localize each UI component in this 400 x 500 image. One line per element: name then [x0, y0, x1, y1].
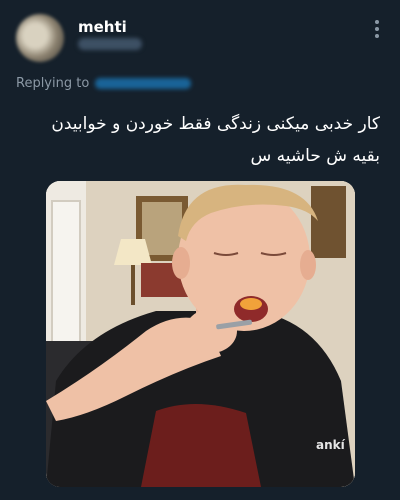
avatar[interactable]	[16, 14, 64, 62]
tweet-media-image[interactable]: ankí	[46, 181, 355, 487]
shirt-print-text: ankí	[316, 438, 346, 452]
tweet-header: mehti	[0, 0, 400, 70]
tweet-text: کار خدبی میکنی زندگی فقط خوردن و خوابیدن…	[20, 108, 380, 172]
replying-to-label: Replying to	[16, 76, 90, 91]
more-vertical-icon[interactable]	[374, 20, 380, 38]
tweet-text-line-1: کار خدبی میکنی زندگی فقط خوردن و خوابیدن	[51, 114, 380, 134]
author-handle-redacted	[78, 38, 142, 50]
reply-handle-redacted[interactable]	[95, 78, 192, 89]
replying-to: Replying to	[16, 76, 192, 91]
tweet-text-line-2: بقیه ش حاشیه س	[250, 146, 380, 166]
author-display-name[interactable]: mehti	[78, 18, 127, 36]
